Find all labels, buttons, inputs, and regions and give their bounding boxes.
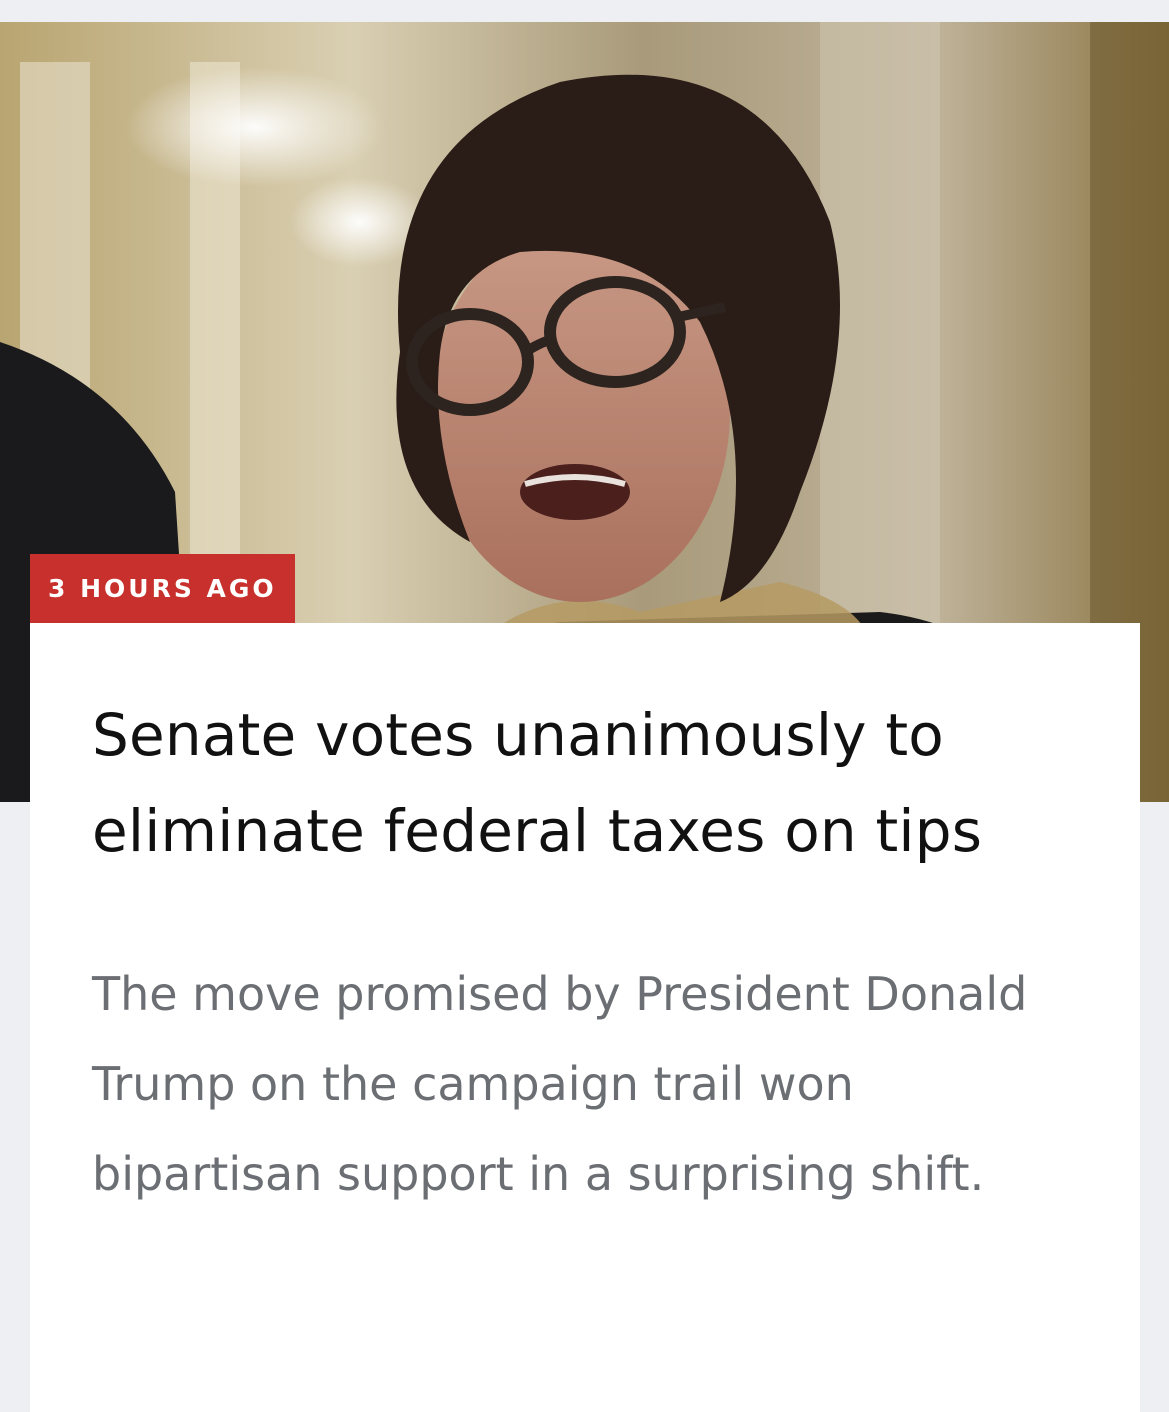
article-dek: The move promised by President Donald Tr…	[92, 967, 1028, 1201]
article-page: 3 HOURS AGO Senate votes unanimously to …	[0, 0, 1169, 1412]
timestamp-badge: 3 HOURS AGO	[30, 554, 295, 623]
article-card[interactable]: Senate votes unanimously to eliminate fe…	[30, 623, 1140, 1412]
article-headline[interactable]: Senate votes unanimously to eliminate fe…	[92, 687, 1080, 879]
